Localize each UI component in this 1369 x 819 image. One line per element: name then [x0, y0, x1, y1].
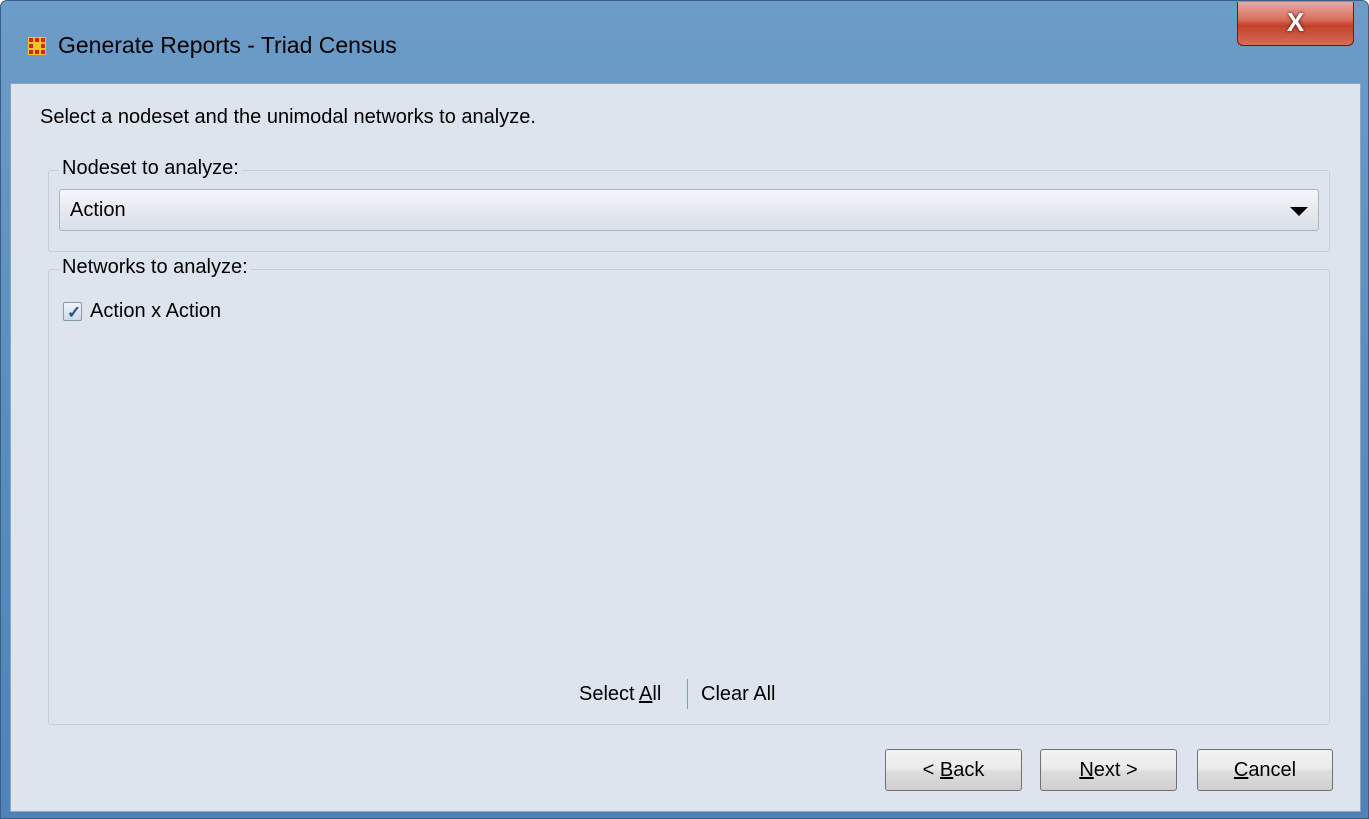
window-title: Generate Reports - Triad Census	[58, 32, 397, 58]
select-all-link[interactable]: Select All	[579, 683, 661, 706]
app-grid-icon	[28, 37, 46, 55]
title-bar[interactable]: Generate Reports - Triad Census X	[1, 1, 1368, 83]
back-button[interactable]: < Back	[885, 749, 1022, 791]
close-icon: X	[1286, 7, 1305, 37]
networks-group-legend: Networks to analyze:	[59, 256, 251, 279]
dialog-content: Select a nodeset and the unimodal networ…	[10, 83, 1361, 812]
nodeset-select[interactable]: Action	[59, 189, 1319, 231]
next-button[interactable]: Next >	[1040, 749, 1177, 791]
networks-group: Networks to analyze: ✓ Action x Action S…	[48, 256, 1330, 725]
clear-all-link[interactable]: Clear All	[701, 683, 775, 706]
chevron-down-icon	[1290, 207, 1308, 216]
close-button[interactable]: X	[1237, 2, 1354, 46]
nodeset-group-legend: Nodeset to analyze:	[59, 157, 242, 180]
network-item-label: Action x Action	[90, 300, 222, 322]
instruction-text: Select a nodeset and the unimodal networ…	[40, 106, 536, 128]
nodeset-selected-value: Action	[70, 199, 126, 221]
dialog-window: Generate Reports - Triad Census X Select…	[0, 0, 1369, 819]
link-divider	[687, 679, 688, 709]
cancel-button[interactable]: Cancel	[1197, 749, 1333, 791]
check-icon: ✓	[67, 303, 82, 322]
network-checkbox[interactable]: ✓	[63, 302, 82, 322]
nodeset-group: Nodeset to analyze: Action	[48, 157, 1330, 252]
